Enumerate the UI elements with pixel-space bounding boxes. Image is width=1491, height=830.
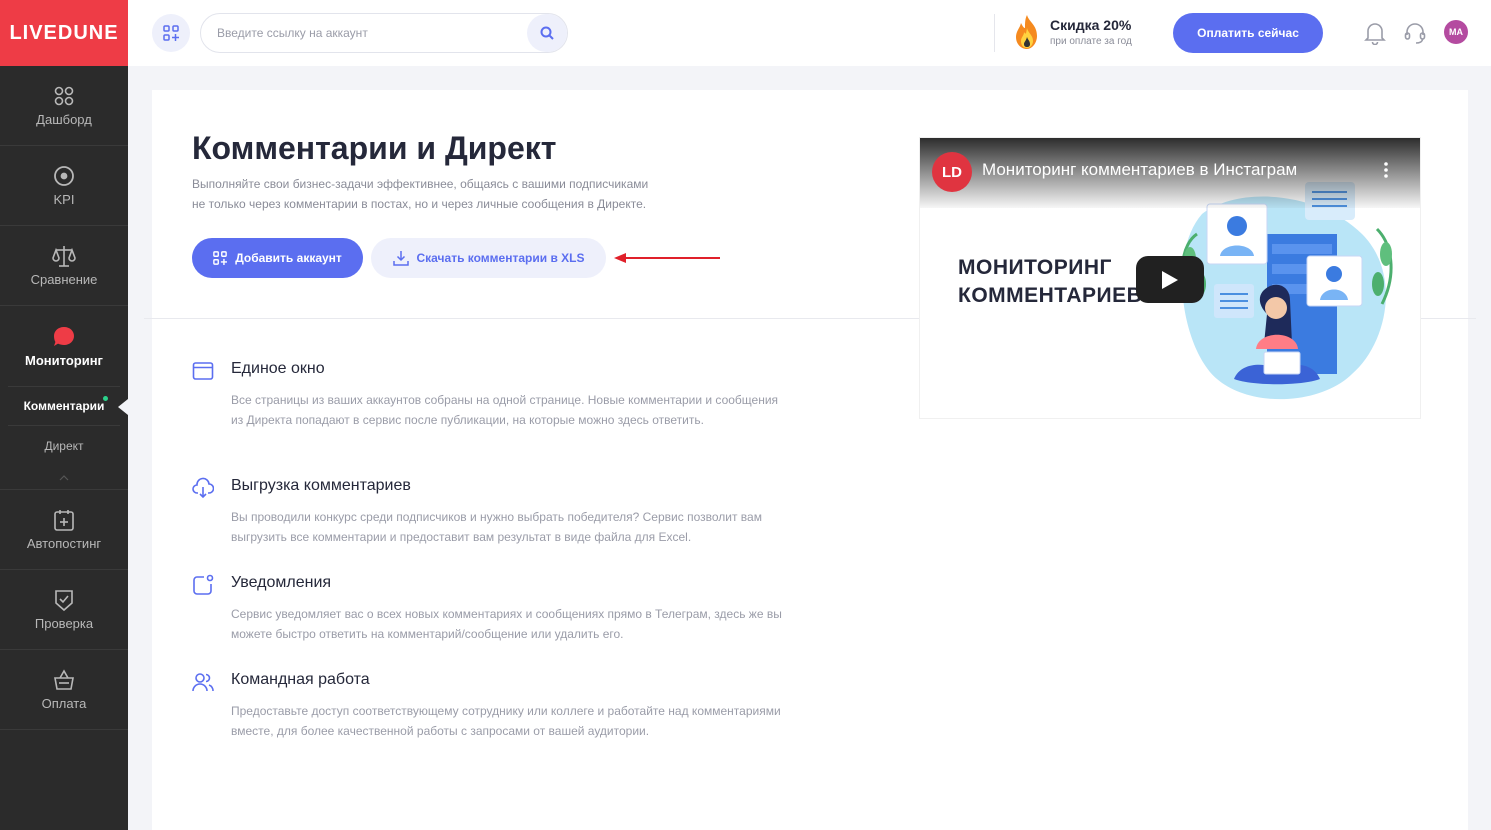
grid-plus-icon <box>163 25 179 41</box>
discount-promo[interactable]: Скидка 20% при оплате за год <box>1012 14 1132 50</box>
feature-text: Предоставьте доступ соответствующему сот… <box>231 704 781 738</box>
feature-text: Вы проводили конкурс среди подписчиков и… <box>231 510 762 544</box>
video-header: LD Мониторинг комментариев в Инстаграм <box>920 138 1420 208</box>
window-icon <box>192 362 214 380</box>
brand-logo[interactable]: LIVEDUNE <box>0 0 128 66</box>
promo-subtitle: при оплате за год <box>1050 36 1132 47</box>
channel-logo[interactable]: LD <box>932 152 972 192</box>
sidebar-item-dashboard[interactable]: Дашборд <box>0 66 128 146</box>
sidebar-item-check[interactable]: Проверка <box>0 570 128 650</box>
feature-text: Все страницы из ваших аккаунтов собраны … <box>231 393 779 427</box>
video-player[interactable]: LD Мониторинг комментариев в Инстаграм М… <box>920 138 1420 418</box>
search-input[interactable] <box>201 26 521 40</box>
page-title: Комментарии и Директ <box>192 130 557 166</box>
page-subtitle: Выполняйте свои бизнес-задачи эффективне… <box>192 174 712 214</box>
support-headset-icon[interactable] <box>1404 21 1426 45</box>
monitoring-illustration <box>1181 182 1393 400</box>
pay-now-button[interactable]: Оплатить сейчас <box>1173 13 1323 53</box>
promo-title: Скидка 20% <box>1050 17 1132 33</box>
target-icon <box>54 166 74 186</box>
sidebar-item-label: Мониторинг <box>25 352 103 368</box>
feature-title: Уведомления <box>231 574 332 591</box>
collapse-submenu-button[interactable] <box>0 466 128 490</box>
main-card: Комментарии и Директ Выполняйте свои биз… <box>144 90 1476 830</box>
search-icon <box>540 26 554 40</box>
sidebar-item-comparison[interactable]: Сравнение <box>0 226 128 306</box>
basket-icon <box>54 669 74 690</box>
grid-plus-icon <box>213 251 228 265</box>
sidebar-subitem-label: Директ <box>44 439 84 453</box>
chevron-up-icon <box>59 474 69 480</box>
active-caret-icon <box>118 399 128 415</box>
video-title[interactable]: Мониторинг комментариев в Инстаграм <box>982 160 1297 180</box>
calendar-plus-icon <box>54 510 74 531</box>
notification-icon <box>193 574 214 595</box>
page-subtitle-line: Выполняйте свои бизнес-задачи эффективне… <box>192 177 649 191</box>
video-headline-line: МОНИТОРИНГ <box>958 256 1112 279</box>
sidebar-item-kpi[interactable]: KPI <box>0 146 128 226</box>
sidebar: LIVEDUNE Дашборд KPI Сравнение Мониторин… <box>0 0 128 830</box>
scales-icon <box>52 246 76 267</box>
annotation-arrow <box>614 253 720 263</box>
video-headline-line: КОММЕНТАРИЕВ <box>958 284 1143 307</box>
sidebar-item-monitoring[interactable]: Мониторинг <box>0 306 128 386</box>
add-widget-button[interactable] <box>152 14 190 52</box>
sidebar-item-label: Проверка <box>34 616 94 631</box>
search-box <box>200 13 568 53</box>
sidebar-subitem-comments[interactable]: Комментарии <box>8 386 128 426</box>
download-xls-button[interactable]: Скачать комментарии в XLS <box>371 238 606 278</box>
topbar: Скидка 20% при оплате за год Оплатить се… <box>128 0 1491 66</box>
feature-title: Единое окно <box>231 360 325 377</box>
sidebar-item-payment[interactable]: Оплата <box>0 650 128 730</box>
fire-icon <box>1016 15 1037 49</box>
more-vertical-icon[interactable] <box>1384 162 1388 178</box>
new-indicator-dot <box>103 396 108 401</box>
dashboard-icon <box>54 86 74 106</box>
feature-title: Командная работа <box>231 671 370 688</box>
sidebar-item-autoposting[interactable]: Автопостинг <box>0 490 128 570</box>
chat-bubble-icon <box>54 326 74 346</box>
user-avatar[interactable]: MA <box>1444 20 1468 44</box>
feature-text: Сервис уведомляет вас о всех новых комме… <box>231 607 782 641</box>
video-headline: МОНИТОРИНГ КОММЕНТАРИЕВ <box>958 254 1142 310</box>
video-play-button[interactable] <box>1136 256 1204 303</box>
sidebar-subitem-label: Комментарии <box>23 399 105 413</box>
page-subtitle-line: не только через комментарии в постах, но… <box>192 197 647 211</box>
sidebar-subitem-direct[interactable]: Директ <box>0 426 128 466</box>
shield-check-icon <box>55 590 73 612</box>
add-account-button[interactable]: Добавить аккаунт <box>192 238 363 278</box>
add-account-label: Добавить аккаунт <box>235 251 342 265</box>
sidebar-item-label: Автопостинг <box>26 536 102 551</box>
sidebar-item-label: Сравнение <box>30 272 98 287</box>
bell-icon[interactable] <box>1364 21 1386 45</box>
search-button[interactable] <box>527 14 567 52</box>
sidebar-item-label: KPI <box>53 192 75 207</box>
play-icon <box>1162 270 1178 289</box>
download-xls-label: Скачать комментарии в XLS <box>416 251 585 265</box>
topbar-divider <box>994 14 995 52</box>
sidebar-item-label: Оплата <box>41 696 87 711</box>
download-icon <box>392 251 409 266</box>
users-icon <box>192 673 214 692</box>
sidebar-item-label: Дашборд <box>36 112 92 127</box>
feature-title: Выгрузка комментариев <box>231 477 411 494</box>
cloud-download-icon <box>192 477 214 499</box>
